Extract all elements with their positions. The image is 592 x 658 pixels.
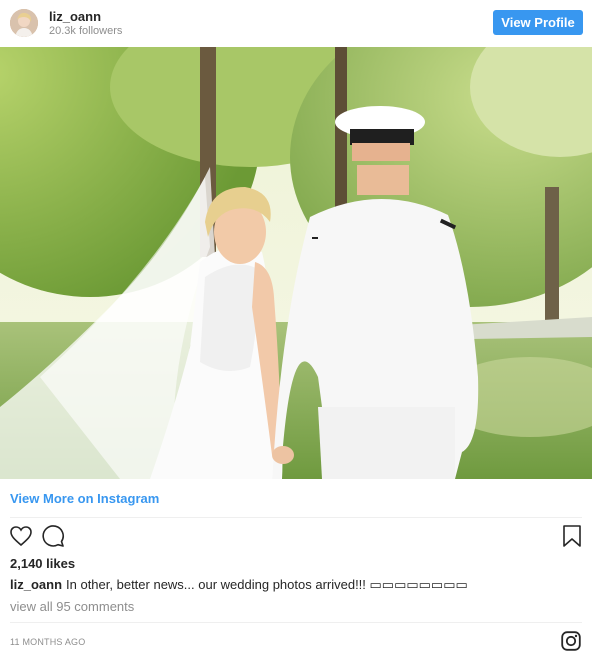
- view-all-comments-link[interactable]: view all 95 comments: [10, 599, 134, 614]
- follower-count: 20.3k followers: [49, 25, 123, 37]
- divider: [10, 622, 582, 623]
- caption-text: In other, better news... our wedding pho…: [66, 577, 468, 592]
- view-profile-button[interactable]: View Profile: [493, 10, 583, 35]
- caption: liz_oann In other, better news... our wed…: [10, 577, 468, 593]
- heart-icon[interactable]: [9, 524, 33, 553]
- bookmark-icon[interactable]: [560, 524, 584, 553]
- post-timestamp: 11 MONTHS AGO: [10, 637, 86, 647]
- post-header: liz_oann 20.3k followers View Profile: [0, 0, 592, 46]
- post-image[interactable]: [0, 47, 592, 479]
- instagram-icon[interactable]: [561, 631, 581, 656]
- avatar[interactable]: [10, 9, 38, 37]
- like-count: 2,140 likes: [10, 556, 76, 571]
- comment-bubble-icon[interactable]: [41, 524, 65, 553]
- instagram-embed: liz_oann 20.3k followers View Profile Vi…: [0, 0, 592, 658]
- caption-username[interactable]: liz_oann: [10, 577, 62, 592]
- username[interactable]: liz_oann: [49, 9, 101, 24]
- view-more-on-instagram-link[interactable]: View More on Instagram: [10, 491, 159, 506]
- divider: [10, 517, 582, 518]
